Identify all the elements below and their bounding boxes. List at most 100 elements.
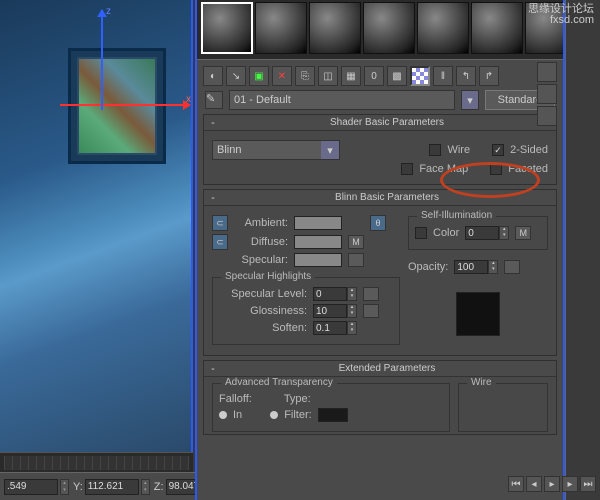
collapse-icon[interactable]: - [208, 192, 218, 204]
collapse-icon[interactable]: - [208, 363, 218, 375]
material-name-field[interactable]: 01 - Default [229, 90, 455, 110]
material-slot[interactable] [471, 2, 523, 54]
timeline[interactable] [0, 452, 193, 472]
coord-z-label: Z: [154, 481, 164, 493]
collapse-icon[interactable]: - [208, 117, 218, 129]
coord-x-input[interactable] [4, 479, 58, 495]
coord-x-spinner[interactable]: ▴▾ [60, 479, 69, 495]
material-slot[interactable] [363, 2, 415, 54]
soften-spinner[interactable]: ▴▾ [347, 321, 357, 335]
diffuse-label: Diffuse: [234, 236, 288, 248]
gloss-spinner[interactable]: ▴▾ [347, 304, 357, 318]
gloss-map-button[interactable] [363, 304, 379, 318]
specular-label: Specular: [234, 254, 288, 266]
rollout-header[interactable]: - Extended Parameters [204, 361, 556, 377]
stained-glass-texture [77, 57, 157, 155]
material-name-dropdown[interactable]: ▾ [461, 90, 479, 110]
faceted-checkbox[interactable] [490, 163, 502, 175]
specular-map-button[interactable] [348, 253, 364, 267]
material-slot[interactable] [255, 2, 307, 54]
filter-color-swatch[interactable] [318, 408, 348, 422]
ambient-swatch[interactable] [294, 216, 342, 230]
coord-y-spinner[interactable]: ▴▾ [141, 479, 150, 495]
material-slot[interactable] [201, 2, 253, 54]
next-frame-icon[interactable]: ▸ [562, 476, 578, 492]
ambient-lock-icon[interactable]: ⊂ [212, 215, 228, 231]
facemap-label: Face Map [419, 163, 468, 175]
axis-label-z: z [106, 6, 111, 17]
go-forward-icon[interactable]: ↱ [479, 66, 499, 86]
make-unique-icon[interactable]: ◫ [318, 66, 338, 86]
rollout-title: Blinn Basic Parameters [222, 192, 552, 203]
sample-type-icon[interactable] [537, 62, 557, 82]
diffuse-swatch[interactable] [294, 235, 342, 249]
background-icon[interactable] [537, 106, 557, 126]
axis-label-x: x [186, 94, 191, 105]
self-illum-title: Self-Illumination [417, 210, 496, 221]
diffuse-ambient-lock-icon[interactable]: ⊂ [212, 234, 228, 250]
facemap-checkbox[interactable] [401, 163, 413, 175]
two-sided-label: 2-Sided [510, 144, 548, 156]
eyedropper-icon[interactable]: ✎ [205, 91, 223, 109]
goto-end-icon[interactable]: ⏭ [580, 476, 596, 492]
material-editor-panel: ◐ ↘ ▣ ✕ ⎘ ◫ ▦ 0 ▩ ‖ ↰ ↱ ✎ 01 - Default ▾… [195, 0, 565, 500]
coord-x-field: ▴▾ [4, 479, 69, 495]
make-copy-icon[interactable]: ⎘ [295, 66, 315, 86]
material-slot[interactable] [309, 2, 361, 54]
faceted-label: Faceted [508, 163, 548, 175]
coord-y-field: Y: ▴▾ [73, 479, 150, 495]
coord-y-input[interactable] [85, 479, 139, 495]
right-command-panel [565, 0, 600, 500]
diffuse-map-button[interactable]: M [348, 235, 364, 249]
shader-select-value: Blinn [217, 144, 241, 156]
put-to-library-icon[interactable]: ▦ [341, 66, 361, 86]
get-material-icon[interactable]: ◐ [203, 66, 223, 86]
gloss-label: Glossiness: [219, 305, 307, 317]
material-vertical-toolbar [537, 62, 559, 126]
perspective-viewport[interactable]: x z [0, 0, 193, 452]
rollout-header[interactable]: - Blinn Basic Parameters [204, 190, 556, 206]
material-slot[interactable] [417, 2, 469, 54]
prev-frame-icon[interactable]: ◂ [526, 476, 542, 492]
assign-to-selection-icon[interactable]: ▣ [249, 66, 269, 86]
two-sided-checkbox[interactable] [492, 144, 504, 156]
soften-input[interactable] [313, 321, 347, 335]
rollout-header[interactable]: - Shader Basic Parameters [204, 115, 556, 131]
rollout-title: Shader Basic Parameters [222, 117, 552, 128]
self-illum-color-label: Color [433, 227, 459, 239]
put-to-scene-icon[interactable]: ↘ [226, 66, 246, 86]
play-icon[interactable]: ▸ [544, 476, 560, 492]
goto-start-icon[interactable]: ⏮ [508, 476, 524, 492]
type-filter-radio[interactable] [270, 411, 278, 419]
wire-checkbox[interactable] [429, 144, 441, 156]
material-toolbar: ◐ ↘ ▣ ✕ ⎘ ◫ ▦ 0 ▩ ‖ ↰ ↱ [203, 66, 557, 86]
self-illum-spinner[interactable]: ▴▾ [499, 226, 509, 240]
spec-level-spinner[interactable]: ▴▾ [347, 287, 357, 301]
falloff-in-radio[interactable] [219, 411, 227, 419]
spec-level-input[interactable] [313, 287, 347, 301]
self-illum-map-button[interactable]: M [515, 226, 531, 240]
show-map-icon[interactable] [410, 66, 430, 86]
self-illum-input[interactable] [465, 226, 499, 240]
spec-level-label: Specular Level: [219, 288, 307, 300]
gizmo-x-axis[interactable] [60, 104, 190, 106]
opacity-input[interactable] [454, 260, 488, 274]
specular-swatch[interactable] [294, 253, 342, 267]
type-filter-label: Filter: [284, 409, 312, 421]
go-to-parent-icon[interactable]: ↰ [456, 66, 476, 86]
self-illum-color-checkbox[interactable] [415, 227, 427, 239]
diffuse-lock-icon[interactable]: θ [370, 215, 386, 231]
material-id-icon[interactable]: 0 [364, 66, 384, 86]
spec-level-map-button[interactable] [363, 287, 379, 301]
show-end-result-icon[interactable]: ‖ [433, 66, 453, 86]
gizmo-z-axis[interactable] [101, 10, 103, 110]
shader-select[interactable]: Blinn ▾ [212, 140, 340, 160]
backlight-icon[interactable] [537, 84, 557, 104]
show-in-viewport-icon[interactable]: ▩ [387, 66, 407, 86]
reset-map-icon[interactable]: ✕ [272, 66, 292, 86]
opacity-spinner[interactable]: ▴▾ [488, 260, 498, 274]
chevron-down-icon[interactable]: ▾ [321, 141, 339, 159]
opacity-map-button[interactable] [504, 260, 520, 274]
timeline-ruler[interactable] [4, 456, 189, 470]
gloss-input[interactable] [313, 304, 347, 318]
